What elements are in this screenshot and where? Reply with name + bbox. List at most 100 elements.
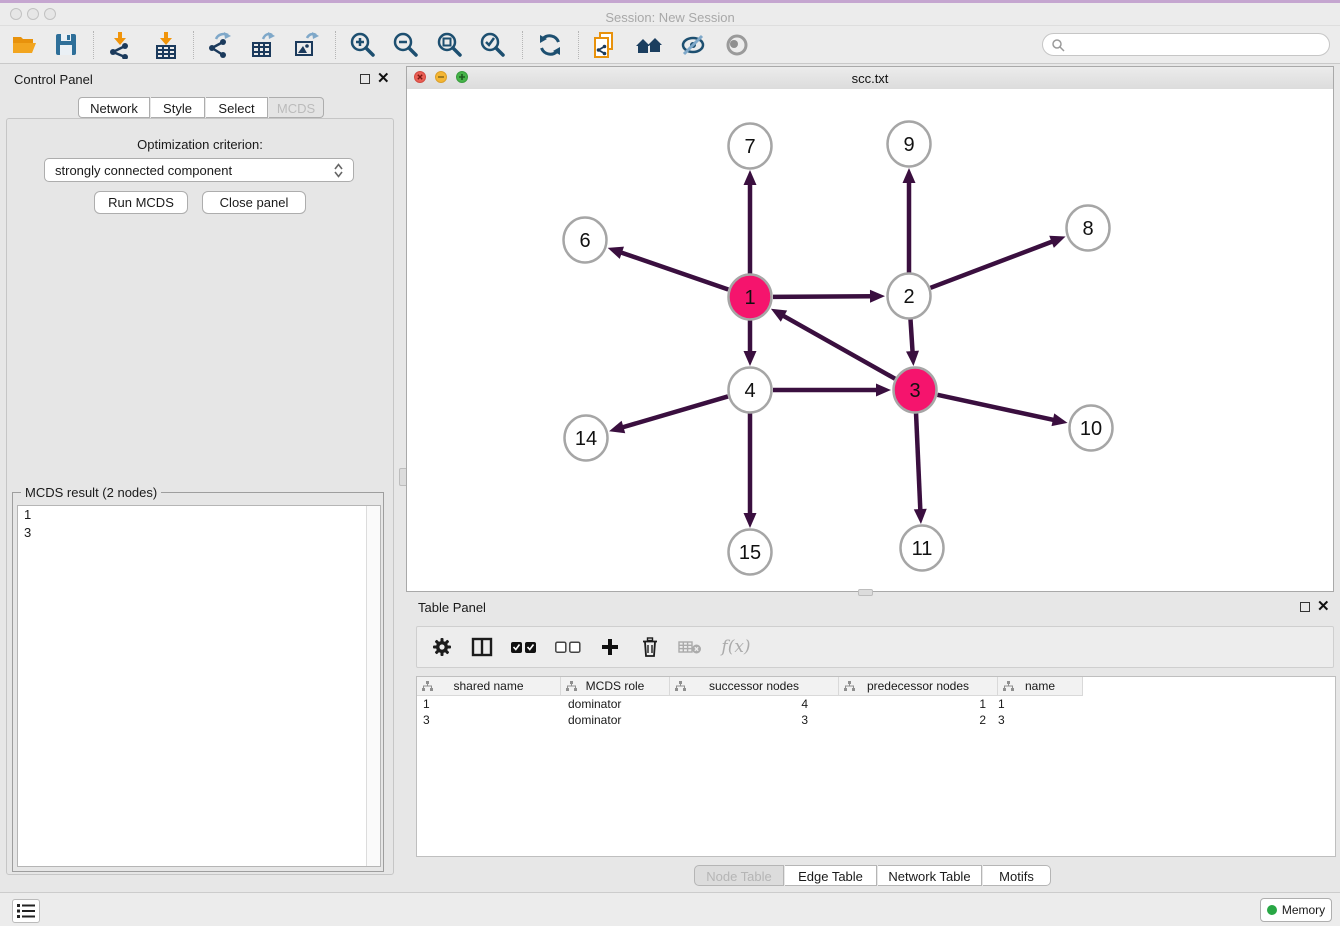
edge-arrowhead: [906, 351, 919, 366]
table-cell: 3: [994, 712, 1078, 728]
split-pane-icon[interactable]: [469, 634, 495, 660]
import-table-icon[interactable]: [151, 30, 181, 60]
column-header-shared-name[interactable]: shared name: [417, 677, 561, 696]
edge-arrowhead: [876, 384, 891, 397]
toolbar-separator: [522, 31, 523, 59]
graph-edge[interactable]: [931, 241, 1054, 288]
edge-arrowhead: [744, 351, 757, 366]
delete-icon[interactable]: [637, 634, 663, 660]
graph-edge[interactable]: [916, 413, 920, 511]
open-file-icon[interactable]: [9, 30, 39, 60]
clone-network-icon[interactable]: [590, 30, 620, 60]
network-window-titlebar[interactable]: scc.txt: [407, 67, 1333, 90]
zoom-fit-icon[interactable]: [435, 30, 465, 60]
graph-node-3[interactable]: 3: [894, 368, 937, 413]
search-input[interactable]: [1065, 37, 1321, 53]
edge-arrowhead: [903, 168, 916, 183]
tab-motifs[interactable]: Motifs: [983, 865, 1051, 886]
table-panel-title: Table Panel: [418, 600, 486, 615]
horizontal-splitter-handle[interactable]: [858, 589, 873, 596]
column-header-label: MCDS role: [586, 679, 645, 693]
zoom-selected-icon[interactable]: [478, 30, 508, 60]
edge-arrowhead: [914, 509, 927, 524]
column-header-predecessor-nodes[interactable]: predecessor nodes: [839, 677, 998, 696]
table-cell: 4: [668, 696, 836, 712]
tab-select[interactable]: Select: [206, 97, 268, 118]
graph-node-15[interactable]: 15: [729, 530, 772, 575]
select-all-icon[interactable]: [509, 634, 539, 660]
tab-network[interactable]: Network: [78, 97, 150, 118]
memory-label: Memory: [1282, 903, 1325, 917]
export-image-icon[interactable]: [291, 30, 321, 60]
graph-edge[interactable]: [937, 395, 1054, 420]
result-scrollbar[interactable]: [366, 506, 380, 866]
graph-node-10[interactable]: 10: [1070, 406, 1113, 451]
table-cell: dominator: [560, 712, 668, 728]
run-mcds-button[interactable]: Run MCDS: [94, 191, 188, 214]
home-icon[interactable]: [634, 30, 664, 60]
graph-node-9[interactable]: 9: [888, 122, 931, 167]
refresh-icon[interactable]: [535, 30, 565, 60]
tab-mcds[interactable]: MCDS: [269, 97, 324, 118]
column-header-name[interactable]: name: [998, 677, 1083, 696]
import-network-icon[interactable]: [105, 30, 135, 60]
column-header-successor-nodes[interactable]: successor nodes: [670, 677, 839, 696]
graph-node-11[interactable]: 11: [901, 526, 944, 571]
zoom-out-icon[interactable]: [391, 30, 421, 60]
edge-arrowhead: [744, 170, 757, 185]
gear-icon[interactable]: [429, 634, 455, 660]
graph-node-2[interactable]: 2: [888, 274, 931, 319]
graph-edge[interactable]: [773, 296, 872, 297]
graph-node-1[interactable]: 1: [729, 275, 772, 320]
mcds-result-group: MCDS result (2 nodes) 1 3: [12, 492, 384, 872]
mcds-result-list[interactable]: 1 3: [17, 505, 381, 867]
network-canvas[interactable]: 7 9 6 8 1 2 4 3 14 10 15 11: [407, 89, 1333, 591]
hide-panels-icon[interactable]: [678, 30, 708, 60]
node-table[interactable]: shared name MCDS role successor nodes prede…: [416, 676, 1336, 857]
graph-edge[interactable]: [620, 252, 728, 289]
node-label: 4: [744, 380, 755, 402]
graph-node-8[interactable]: 8: [1067, 206, 1110, 251]
graph-edge[interactable]: [910, 319, 912, 353]
graph-node-14[interactable]: 14: [565, 416, 608, 461]
tab-edge-table[interactable]: Edge Table: [785, 865, 877, 886]
save-session-icon[interactable]: [51, 30, 81, 60]
table-panel-close-icon[interactable]: ✕: [1317, 601, 1330, 613]
node-label: 9: [903, 134, 914, 156]
column-header-MCDS-role[interactable]: MCDS role: [561, 677, 670, 696]
add-column-icon[interactable]: [597, 634, 623, 660]
node-label: 11: [912, 538, 933, 560]
tab-style[interactable]: Style: [151, 97, 205, 118]
graph-edge[interactable]: [782, 315, 895, 379]
list-icon: [17, 904, 35, 918]
graph-node-6[interactable]: 6: [564, 218, 607, 263]
function-builder-icon: f(x): [717, 634, 755, 660]
table-row[interactable]: 3dominator323: [417, 712, 1335, 728]
table-panel-float-button[interactable]: [1300, 602, 1310, 612]
control-panel-close-icon[interactable]: ✕: [377, 73, 390, 85]
network-graph[interactable]: 7 9 6 8 1 2 4 3 14 10 15 11: [407, 89, 1333, 591]
graph-edge[interactable]: [622, 396, 728, 427]
column-header-label: successor nodes: [709, 679, 799, 693]
deselect-all-icon[interactable]: [553, 634, 583, 660]
export-network-icon[interactable]: [205, 30, 235, 60]
task-history-button[interactable]: [12, 899, 40, 923]
control-panel-float-button[interactable]: [360, 74, 370, 84]
table-header-row: shared name MCDS role successor nodes prede…: [417, 677, 1335, 696]
eye-icon[interactable]: [722, 30, 752, 60]
memory-status-icon: [1267, 905, 1277, 915]
mcds-result-item: 1: [18, 506, 380, 524]
edge-arrowhead: [744, 513, 757, 528]
graph-node-7[interactable]: 7: [729, 124, 772, 169]
criterion-select[interactable]: strongly connected component: [44, 158, 354, 182]
memory-button[interactable]: Memory: [1260, 898, 1332, 922]
table-row[interactable]: 1dominator411: [417, 696, 1335, 712]
tab-network-table[interactable]: Network Table: [878, 865, 982, 886]
criterion-value: strongly connected component: [55, 163, 334, 178]
graph-node-4[interactable]: 4: [729, 368, 772, 413]
export-table-icon[interactable]: [248, 30, 278, 60]
zoom-in-icon[interactable]: [348, 30, 378, 60]
toolbar-separator: [93, 31, 94, 59]
close-panel-button[interactable]: Close panel: [202, 191, 306, 214]
tab-node-table[interactable]: Node Table: [694, 865, 784, 886]
